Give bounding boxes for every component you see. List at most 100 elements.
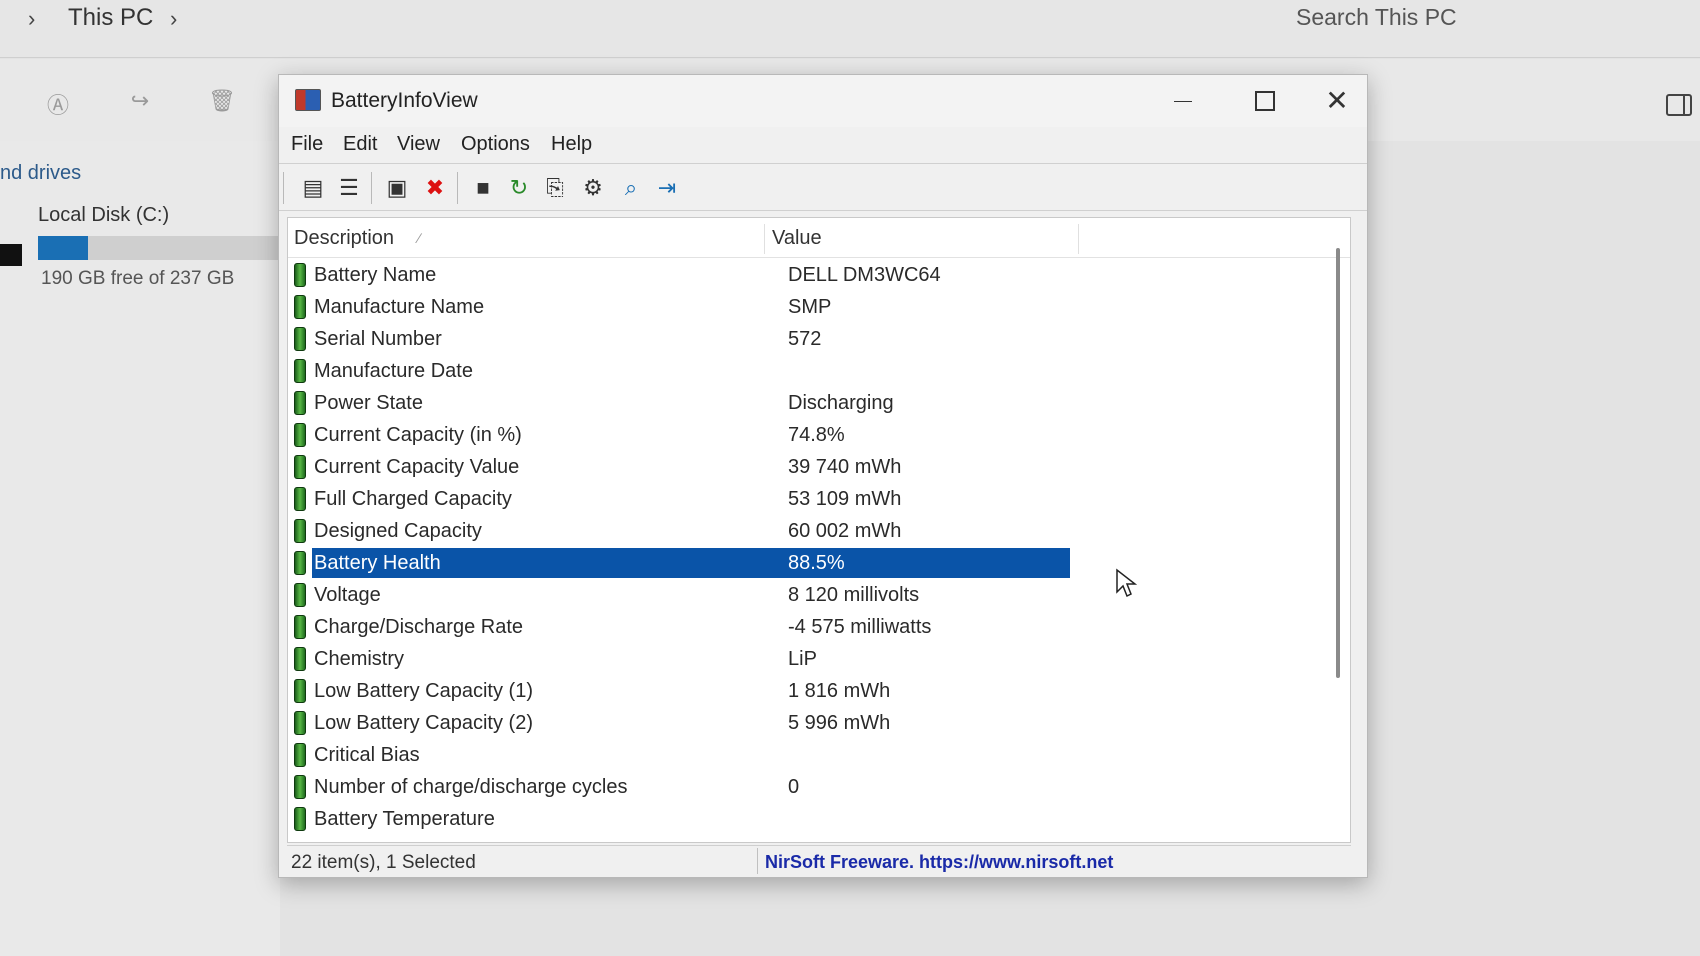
properties-icon[interactable]: ▤ [299,174,327,202]
row-cell[interactable]: Current Capacity (in %) 74.8% [312,420,1070,450]
close-button[interactable]: ✕ [1309,83,1365,119]
row-value: SMP [788,296,832,318]
share-icon[interactable]: ↪ [126,88,154,116]
row-cell[interactable]: Voltage 8 120 millivolts [312,580,1070,610]
row-cell[interactable]: Critical Bias [312,740,1070,770]
row-value: 1 816 mWh [788,680,891,702]
row-value: Discharging [788,392,894,414]
row-cell[interactable]: Low Battery Capacity (1) 1 816 mWh [312,676,1070,706]
table-row[interactable]: Critical Bias [288,740,1148,770]
save-icon[interactable]: ■ [469,174,497,202]
column-divider[interactable] [764,224,765,254]
table-row[interactable]: Charge/Discharge Rate -4 575 milliwatts [288,612,1148,642]
row-cell[interactable]: Low Battery Capacity (2) 5 996 mWh [312,708,1070,738]
copy-icon[interactable]: ⎘ [541,174,569,202]
row-value: 60 002 mWh [788,520,902,542]
row-cell[interactable]: Battery Health 88.5% [312,548,1070,578]
disk-free-text: 190 GB free of 237 GB [41,268,235,289]
chevron-right-icon[interactable]: › [170,6,177,32]
battery-icon [294,647,306,671]
breadcrumb-this-pc[interactable]: This PC [68,4,153,32]
disk-label[interactable]: Local Disk (C:) [38,204,169,227]
table-row[interactable]: Low Battery Capacity (2) 5 996 mWh [288,708,1148,738]
row-cell[interactable]: Charge/Discharge Rate -4 575 milliwatts [312,612,1070,642]
battery-icon [294,327,306,351]
table-row[interactable]: Serial Number 572 [288,324,1148,354]
column-divider[interactable] [1078,224,1079,254]
options-icon[interactable]: ⚙ [579,174,607,202]
toolbar-separator [457,172,458,204]
table-row[interactable]: Current Capacity (in %) 74.8% [288,420,1148,450]
table-row[interactable]: Battery Temperature [288,804,1148,834]
table-row[interactable]: Power State Discharging [288,388,1148,418]
battery-icon [294,359,306,383]
row-description: Battery Name [314,264,437,286]
delete-icon[interactable]: ✖ [421,174,449,202]
row-cell[interactable]: Number of charge/discharge cycles 0 [312,772,1070,802]
table-row[interactable]: Battery Name DELL DM3WC64 [288,260,1148,290]
row-value: 88.5% [788,552,845,574]
maximize-button[interactable] [1235,83,1291,119]
battery-icon [294,423,306,447]
table-row[interactable]: Number of charge/discharge cycles 0 [288,772,1148,802]
vertical-scrollbar[interactable] [1336,248,1340,678]
row-cell[interactable]: Chemistry LiP [312,644,1070,674]
row-description: Battery Health [314,552,441,574]
table-row[interactable]: Designed Capacity 60 002 mWh [288,516,1148,546]
explorer-content [0,141,280,956]
row-cell[interactable]: Power State Discharging [312,388,1070,418]
details-pane-icon[interactable] [1666,94,1692,116]
battery-icon [294,487,306,511]
row-value: 74.8% [788,424,845,446]
menu-help[interactable]: Help [551,133,592,156]
chevron-right-icon[interactable]: › [28,6,35,32]
search-input[interactable]: Search This PC [1296,4,1457,31]
trash-icon[interactable]: 🗑 [208,88,236,116]
rename-icon[interactable]: Ⓐ [44,88,72,118]
row-cell[interactable]: Battery Name DELL DM3WC64 [312,260,1070,290]
row-value: 5 996 mWh [788,712,891,734]
battery-icon [294,583,306,607]
table-row[interactable]: Chemistry LiP [288,644,1148,674]
columns-icon[interactable]: ▣ [383,174,411,202]
table-row[interactable]: Current Capacity Value 39 740 mWh [288,452,1148,482]
row-description: Current Capacity Value [314,456,520,478]
column-header-value[interactable]: Value [772,227,822,250]
title-bar[interactable]: BatteryInfoView ✕ [279,75,1367,127]
row-description: Manufacture Date [314,360,473,382]
table-row[interactable]: Voltage 8 120 millivolts [288,580,1148,610]
menu-file[interactable]: File [291,133,323,156]
disk-usage-bar [38,236,288,260]
list-header: Description ∕ Value [288,218,1350,258]
row-description: Serial Number [314,328,442,350]
menu-edit[interactable]: Edit [343,133,377,156]
table-row[interactable]: Full Charged Capacity 53 109 mWh [288,484,1148,514]
status-item-count: 22 item(s), 1 Selected [291,852,476,873]
row-cell[interactable]: Manufacture Date [312,356,1070,386]
table-row[interactable]: Battery Health 88.5% [288,548,1148,578]
table-row[interactable]: Low Battery Capacity (1) 1 816 mWh [288,676,1148,706]
row-description: Low Battery Capacity (1) [314,680,533,702]
menu-options[interactable]: Options [461,133,530,156]
row-description: Charge/Discharge Rate [314,616,523,638]
row-cell[interactable]: Full Charged Capacity 53 109 mWh [312,484,1070,514]
nirsoft-link[interactable]: NirSoft Freeware. https://www.nirsoft.ne… [765,852,1113,873]
row-description: Manufacture Name [314,296,485,318]
window-title: BatteryInfoView [331,89,478,112]
row-cell[interactable]: Current Capacity Value 39 740 mWh [312,452,1070,482]
column-header-description[interactable]: Description [294,227,394,250]
find-icon[interactable]: ⌕ [617,174,645,202]
html-report-icon[interactable]: ☰ [335,174,363,202]
minimize-button[interactable] [1154,83,1210,119]
exit-icon[interactable]: ⇥ [653,174,681,202]
row-cell[interactable]: Battery Temperature [312,804,1070,834]
menu-view[interactable]: View [397,133,440,156]
table-row[interactable]: Manufacture Name SMP [288,292,1148,322]
menu-bar: File Edit View Options Help [279,127,1367,163]
table-row[interactable]: Manufacture Date [288,356,1148,386]
row-value: LiP [788,648,817,670]
row-cell[interactable]: Manufacture Name SMP [312,292,1070,322]
refresh-icon[interactable]: ↻ [505,174,533,202]
row-cell[interactable]: Serial Number 572 [312,324,1070,354]
row-cell[interactable]: Designed Capacity 60 002 mWh [312,516,1070,546]
